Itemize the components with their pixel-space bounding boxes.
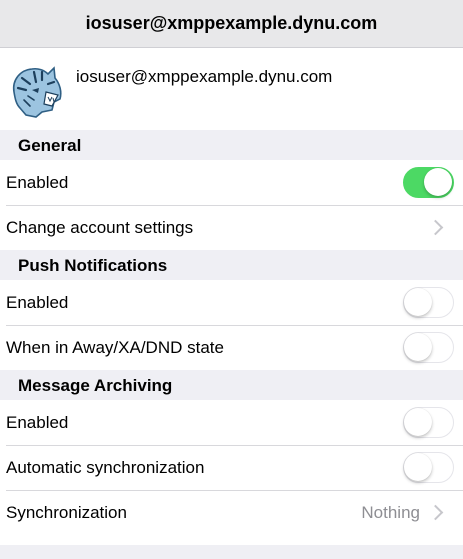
synchronization-label: Synchronization	[6, 502, 127, 522]
general-enabled-row: Enabled	[0, 160, 463, 205]
archiving-autosync-toggle[interactable]	[403, 452, 454, 483]
archiving-autosync-label: Automatic synchronization	[6, 457, 205, 477]
synchronization-value: Nothing	[361, 502, 420, 522]
toggle-knob	[404, 333, 432, 361]
archiving-group: Enabled Automatic synchronization Synchr…	[0, 400, 463, 535]
toggle-knob	[424, 168, 452, 196]
change-account-settings-label: Change account settings	[6, 217, 194, 237]
push-group: Enabled When in Away/XA/DND state	[0, 280, 463, 370]
general-group: Enabled Change account settings	[0, 160, 463, 250]
nav-title: iosuser@xmppexample.dynu.com	[85, 13, 378, 33]
bottom-fill	[0, 535, 463, 545]
archiving-enabled-row: Enabled	[0, 400, 463, 445]
general-enabled-toggle[interactable]	[403, 167, 454, 198]
general-enabled-label: Enabled	[6, 172, 69, 192]
archiving-autosync-row: Automatic synchronization	[0, 445, 463, 490]
account-jid: iosuser@xmppexample.dynu.com	[76, 67, 333, 86]
section-header-general: General	[0, 130, 463, 160]
tiger-avatar-icon	[12, 66, 62, 118]
archiving-enabled-toggle[interactable]	[403, 407, 454, 438]
push-away-row: When in Away/XA/DND state	[0, 325, 463, 370]
push-away-label: When in Away/XA/DND state	[6, 337, 224, 357]
section-header-push: Push Notifications	[0, 250, 463, 280]
push-enabled-toggle[interactable]	[403, 287, 454, 318]
archiving-enabled-label: Enabled	[6, 412, 69, 432]
toggle-knob	[404, 408, 432, 436]
push-away-toggle[interactable]	[403, 332, 454, 363]
section-header-archiving: Message Archiving	[0, 370, 463, 400]
chevron-right-icon	[427, 219, 444, 236]
synchronization-row[interactable]: Synchronization Nothing	[0, 490, 463, 535]
navigation-bar: iosuser@xmppexample.dynu.com	[0, 0, 463, 48]
change-account-settings-row[interactable]: Change account settings	[0, 205, 463, 250]
chevron-right-icon	[427, 504, 444, 521]
push-enabled-row: Enabled	[0, 280, 463, 325]
push-enabled-label: Enabled	[6, 292, 69, 312]
toggle-knob	[404, 288, 432, 316]
toggle-knob	[404, 453, 432, 481]
account-header: iosuser@xmppexample.dynu.com	[0, 48, 463, 130]
